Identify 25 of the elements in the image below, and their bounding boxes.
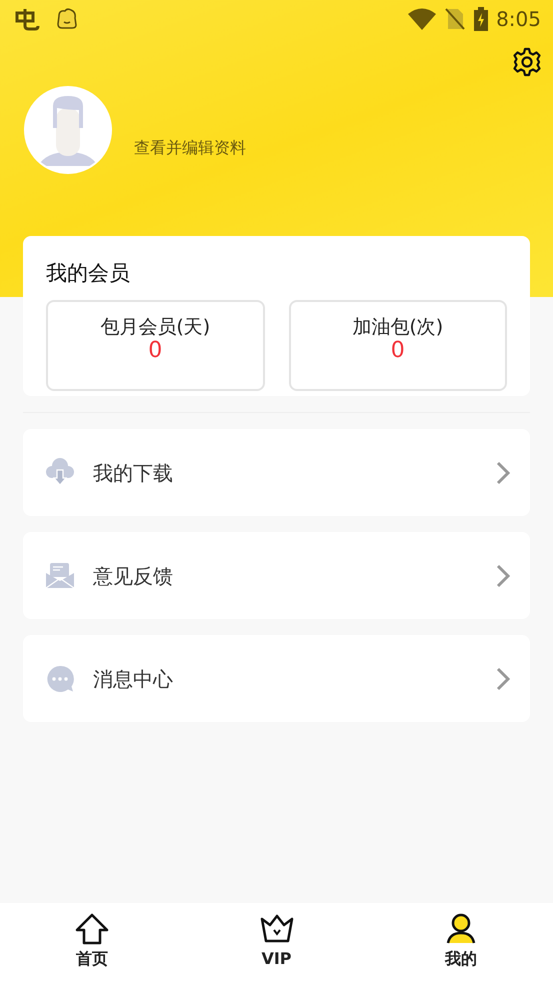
stat-card[interactable]: 包月会员(天) 0 [46,300,264,390]
envelope-icon [45,560,75,590]
menu-item[interactable]: 消息中心 [23,635,530,722]
chevron-right-icon [496,666,510,690]
person-icon [444,913,478,945]
menu-item[interactable]: 我的下载 [23,429,530,516]
chevron-right-icon [496,460,510,484]
chat-bubble-icon [45,664,75,694]
crown-icon [260,913,294,945]
wifi-icon [408,8,436,30]
membership-title: 我的会员 [46,260,131,287]
nav-tab[interactable]: 我的 [369,903,553,983]
frog-notification-icon [56,8,78,30]
status-time: 8:05 [496,6,541,33]
app-notification-icon [14,7,40,31]
stat-card[interactable]: 加油包(次) 0 [288,300,507,390]
menu-item[interactable]: 意见反馈 [23,532,530,619]
nav-tab[interactable]: VIP [184,903,368,983]
home-icon [75,913,109,945]
edit-profile-link[interactable]: 查看并编辑资料 [134,136,246,174]
nav-tab[interactable]: 首页 [0,903,184,983]
battery-charging-icon [474,7,488,31]
no-sim-icon [444,7,466,31]
chevron-right-icon [496,564,510,588]
settings-icon[interactable] [512,47,542,77]
